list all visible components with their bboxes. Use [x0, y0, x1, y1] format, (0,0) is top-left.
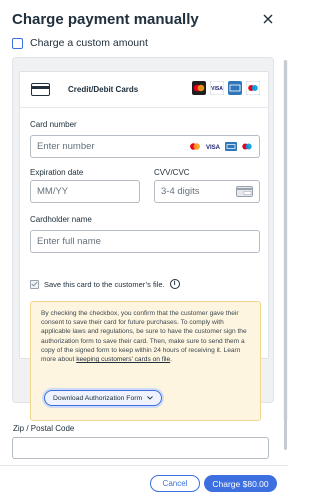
cardholder-input[interactable] [37, 231, 237, 252]
modal-title: Charge payment manually [12, 11, 199, 28]
payment-method-title: Credit/Debit Cards [68, 85, 139, 94]
scrollbar-thumb[interactable] [284, 60, 287, 450]
save-card-row: Save this card to the customer’s file. i [30, 278, 180, 290]
custom-amount-label: Charge a custom amount [30, 37, 148, 49]
cards-on-file-link[interactable]: keeping customers' cards on file [76, 356, 170, 363]
custom-amount-checkbox-box[interactable] [12, 37, 23, 49]
brand-logos: VISA [192, 81, 260, 95]
expiration-field[interactable] [30, 180, 140, 203]
cvv-label: CVV/CVC [154, 168, 190, 177]
chevron-down-icon [147, 396, 153, 400]
close-icon [263, 14, 273, 24]
cardholder-field[interactable] [30, 230, 260, 253]
cancel-button[interactable]: Cancel [150, 475, 200, 492]
payment-method-box: Credit/Debit Cards VISA Card number Ente… [19, 71, 269, 421]
visa-icon: VISA [210, 81, 224, 95]
notice-end: . [170, 356, 173, 364]
modal-footer: Cancel Charge $80.00 [0, 465, 288, 500]
card-number-brands: VISA [189, 142, 253, 151]
close-button[interactable] [260, 10, 276, 28]
maestro-icon [246, 81, 260, 95]
card-number-input[interactable] [37, 136, 147, 157]
download-authorization-form-button[interactable]: Download Authorization Form [44, 390, 163, 406]
zip-input[interactable] [19, 438, 259, 458]
form-scroll-area: Credit/Debit Cards VISA Card number Ente… [12, 57, 274, 421]
cvv-card-icon [236, 186, 253, 197]
save-card-label: Save this card to the customer’s file. [44, 279, 165, 289]
download-button-label: Download Authorization Form [53, 394, 143, 402]
amex-icon [228, 81, 242, 95]
amex-icon [225, 142, 237, 151]
modal-header: Charge payment manually [12, 10, 278, 32]
custom-amount-checkbox[interactable]: Charge a custom amount [12, 36, 148, 50]
payment-method-header: Credit/Debit Cards VISA [20, 72, 268, 108]
consent-notice: By checking the checkbox, you confirm th… [30, 301, 261, 421]
scrollbar[interactable] [283, 60, 288, 450]
charge-button[interactable]: Charge $80.00 [204, 475, 277, 492]
checkmark-icon [31, 281, 38, 287]
card-number-field[interactable]: VISA [30, 135, 260, 158]
consent-notice-text: By checking the checkbox, you confirm th… [41, 309, 252, 364]
zip-field[interactable] [12, 437, 269, 459]
mastercard-icon [192, 81, 206, 95]
expiration-input[interactable] [37, 181, 127, 202]
save-card-checkbox[interactable] [30, 279, 39, 289]
card-panel: Credit/Debit Cards VISA Card number Ente… [12, 57, 274, 421]
mastercard-icon [190, 143, 200, 150]
expiration-label: Expiration date [30, 168, 84, 177]
zip-label: Zip / Postal Code [13, 424, 75, 433]
svg-text:VISA: VISA [206, 145, 221, 151]
credit-card-icon [31, 83, 50, 101]
charge-payment-modal: Charge payment manually Charge a custom … [0, 0, 288, 500]
cvv-input[interactable] [161, 181, 231, 202]
maestro-icon [242, 143, 252, 150]
info-icon[interactable]: i [169, 279, 180, 289]
cardholder-label: Cardholder name [30, 215, 92, 224]
visa-icon: VISA [206, 145, 221, 151]
cvv-field[interactable] [154, 180, 260, 203]
svg-text:VISA: VISA [211, 86, 223, 92]
card-number-label: Card number [30, 120, 77, 129]
